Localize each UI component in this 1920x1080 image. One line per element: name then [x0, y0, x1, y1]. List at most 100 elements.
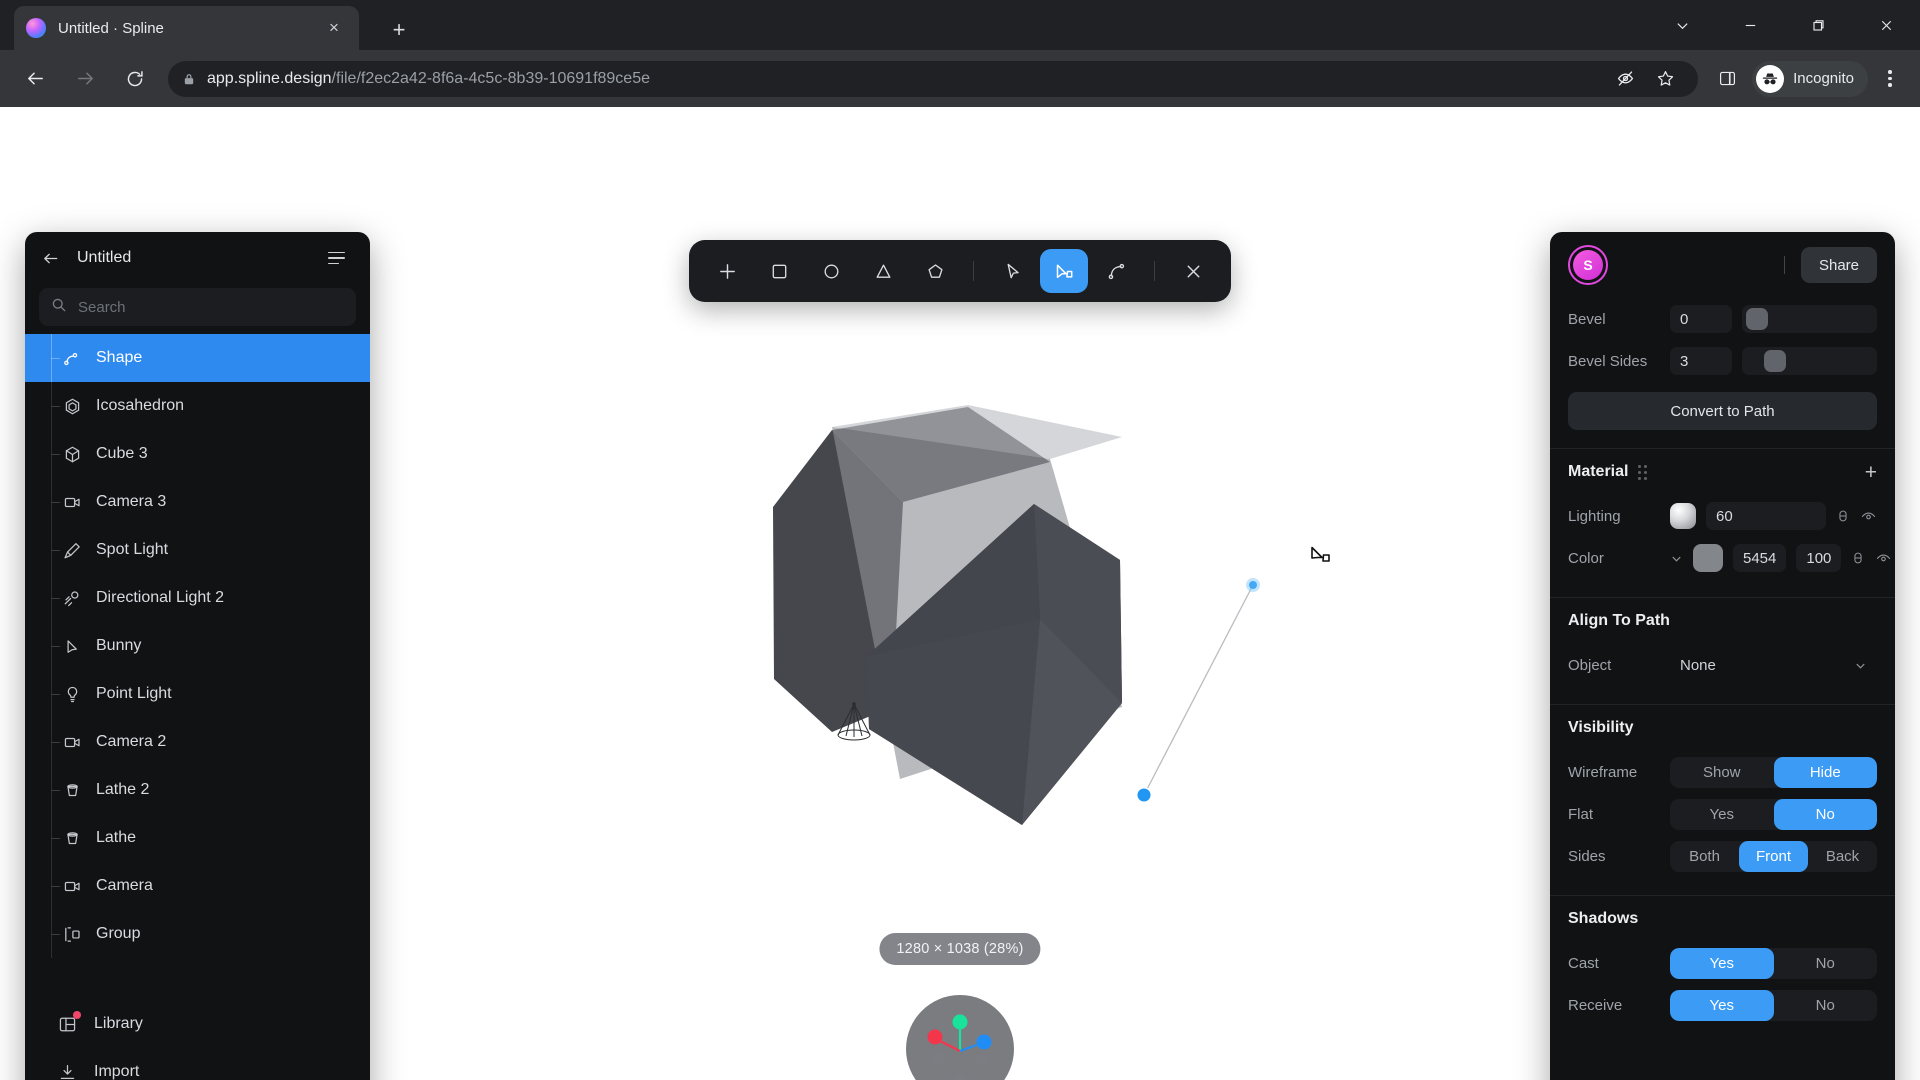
- lighting-preview-icon[interactable]: [1670, 503, 1696, 529]
- search-field[interactable]: [39, 288, 356, 326]
- wireframe-option-hide[interactable]: Hide: [1773, 756, 1877, 788]
- layer-item-camera-2[interactable]: Camera 2: [25, 718, 370, 766]
- layers-list: Shape Icosahedron Cube 3 Camera 3 Spot Light…: [25, 332, 370, 994]
- cast-option-yes[interactable]: Yes: [1670, 947, 1774, 979]
- pentagon-icon[interactable]: [911, 249, 959, 293]
- pen-icon[interactable]: [1040, 249, 1088, 293]
- sides-option-front[interactable]: Front: [1739, 840, 1808, 872]
- layer-item-icosahedron[interactable]: Icosahedron: [25, 382, 370, 430]
- flat-option-no[interactable]: No: [1773, 798, 1877, 830]
- receive-option-yes[interactable]: Yes: [1670, 989, 1774, 1021]
- bevel-sides-slider[interactable]: [1742, 347, 1877, 375]
- layer-item-point-light[interactable]: Point Light: [25, 670, 370, 718]
- close-icon[interactable]: [1169, 249, 1217, 293]
- browser-menu-icon[interactable]: [1870, 59, 1910, 99]
- forward-icon[interactable]: [65, 59, 105, 99]
- bookmark-star-icon[interactable]: [1646, 60, 1684, 98]
- close-icon[interactable]: ×: [321, 15, 347, 41]
- avatar[interactable]: S: [1568, 245, 1608, 285]
- square-icon[interactable]: [755, 249, 803, 293]
- layer-label: Bunny: [96, 637, 142, 654]
- sides-label: Sides: [1568, 847, 1606, 865]
- layer-item-camera[interactable]: Camera: [25, 862, 370, 910]
- layer-label: Group: [96, 925, 141, 942]
- lock-icon: [182, 72, 196, 86]
- layer-item-lathe[interactable]: Lathe: [25, 814, 370, 862]
- layer-item-shape[interactable]: Shape: [25, 334, 370, 382]
- cursor-icon[interactable]: [988, 249, 1036, 293]
- layer-item-cube-3[interactable]: Cube 3: [25, 430, 370, 478]
- view-orientation-gizmo[interactable]: [906, 995, 1014, 1080]
- tree-branch: [51, 742, 60, 743]
- close-icon[interactable]: [1852, 0, 1920, 50]
- browser-tab[interactable]: Untitled · Spline ×: [14, 6, 359, 50]
- receive-row: Receive Yes No: [1550, 984, 1895, 1026]
- footer-label: Import: [94, 1063, 140, 1080]
- footer-item-import[interactable]: Import: [25, 1048, 370, 1080]
- bevel-sides-row: Bevel Sides 3: [1550, 340, 1895, 382]
- curve-icon[interactable]: [1092, 249, 1140, 293]
- new-tab-button[interactable]: +: [383, 14, 415, 46]
- side-panel-icon[interactable]: [1708, 60, 1746, 98]
- chevron-down-icon[interactable]: [1648, 0, 1716, 50]
- tree-branch: [51, 886, 60, 887]
- layer-item-spot-light[interactable]: Spot Light: [25, 526, 370, 574]
- eye-off-icon[interactable]: [1606, 60, 1644, 98]
- drag-handle-icon[interactable]: [1638, 464, 1648, 480]
- wireframe-option-show[interactable]: Show: [1670, 757, 1774, 788]
- camera-icon: [61, 731, 83, 753]
- sides-option-back[interactable]: Back: [1808, 841, 1877, 872]
- tree-branch: [51, 502, 60, 503]
- add-icon[interactable]: [703, 249, 751, 293]
- browser-toolbar: app.spline.design/file/f2ec2a42-8f6a-4c5…: [0, 50, 1920, 107]
- sides-option-both[interactable]: Both: [1670, 841, 1739, 872]
- share-button[interactable]: Share: [1800, 247, 1877, 283]
- layer-item-camera-3[interactable]: Camera 3: [25, 478, 370, 526]
- triangle-icon[interactable]: [859, 249, 907, 293]
- search-input[interactable]: [78, 298, 344, 316]
- cast-row: Cast Yes No: [1550, 942, 1895, 984]
- color-opacity-value[interactable]: 100: [1796, 544, 1842, 572]
- lighting-value[interactable]: 60: [1706, 502, 1826, 530]
- tree-branch: [51, 550, 60, 551]
- layer-item-group[interactable]: Group: [25, 910, 370, 958]
- layer-item-lathe-2[interactable]: Lathe 2: [25, 766, 370, 814]
- flat-option-yes[interactable]: Yes: [1670, 799, 1774, 830]
- object-value: None: [1680, 656, 1716, 674]
- hamburger-menu-icon[interactable]: [328, 245, 354, 271]
- color-swatch[interactable]: [1693, 544, 1723, 572]
- spline-viewport[interactable]: 1280 × 1038 (28%) Orthographic Perspecti…: [0, 107, 1920, 1080]
- link-icon[interactable]: [1851, 551, 1865, 565]
- circle-icon[interactable]: [807, 249, 855, 293]
- back-arrow-icon[interactable]: [41, 245, 67, 271]
- chevron-down-icon[interactable]: [1670, 552, 1683, 565]
- back-icon[interactable]: [15, 59, 55, 99]
- layer-item-directional-light-2[interactable]: Directional Light 2: [25, 574, 370, 622]
- bevel-value[interactable]: 0: [1670, 305, 1732, 333]
- bevel-slider[interactable]: [1742, 305, 1877, 333]
- bevel-sides-value[interactable]: 3: [1670, 347, 1732, 375]
- layers-panel: Untitled ShapeIcosahedronCube 3Camera 3S…: [25, 232, 370, 1080]
- layer-item-bunny[interactable]: Bunny: [25, 622, 370, 670]
- convert-to-path-button[interactable]: Convert to Path: [1568, 392, 1877, 430]
- minimize-icon[interactable]: [1716, 0, 1784, 50]
- icosahedron-icon: [61, 395, 83, 417]
- link-icon[interactable]: [1836, 509, 1850, 523]
- add-material-icon[interactable]: +: [1865, 462, 1877, 483]
- reload-icon[interactable]: [115, 59, 155, 99]
- project-title: Untitled: [77, 249, 132, 266]
- object-select[interactable]: None: [1670, 650, 1877, 680]
- tab-strip: Untitled · Spline × +: [0, 0, 1920, 50]
- receive-option-no[interactable]: No: [1774, 990, 1878, 1021]
- chevron-down-icon: [1854, 659, 1867, 672]
- footer-item-library[interactable]: Library: [25, 1000, 370, 1048]
- profile-incognito-button[interactable]: Incognito: [1752, 60, 1868, 97]
- visibility-eye-icon[interactable]: [1860, 508, 1877, 525]
- color-hex-value[interactable]: 5454: [1733, 544, 1787, 572]
- import-icon: [55, 1060, 79, 1080]
- visibility-eye-icon[interactable]: [1875, 550, 1892, 567]
- address-bar[interactable]: app.spline.design/file/f2ec2a42-8f6a-4c5…: [168, 60, 1699, 98]
- cast-option-no[interactable]: No: [1774, 948, 1878, 979]
- maximize-icon[interactable]: [1784, 0, 1852, 50]
- footer-label: Library: [94, 1015, 143, 1032]
